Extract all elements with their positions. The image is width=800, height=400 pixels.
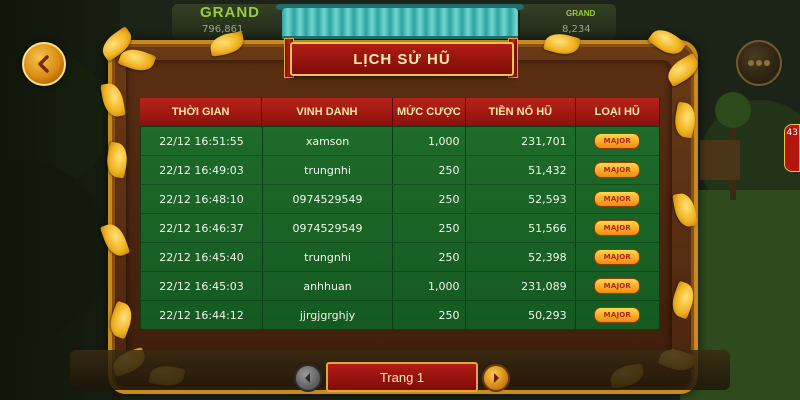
page-indicator: Trang 1 [326, 362, 478, 392]
cell-jackpot: 231,701 [466, 127, 576, 155]
menu-dots-icon [748, 60, 770, 66]
jackpot-title-left: GRAND [200, 4, 260, 21]
cell-bet: 250 [393, 185, 467, 213]
jackpot-type-badge: MAJOR [594, 278, 641, 294]
cell-player: trungnhi [263, 156, 393, 184]
cell-time: 22/12 16:44:12 [141, 301, 264, 329]
cell-type: MAJOR [576, 243, 659, 271]
jackpot-type-badge: MAJOR [594, 133, 641, 149]
column-header-jackpot: TIỀN NỔ HŨ [466, 98, 576, 126]
side-notification-count: 43 [786, 128, 798, 138]
title-banner: LỊCH SỬ HŨ [290, 42, 514, 76]
jackpot-type-label: MAJOR [603, 195, 631, 203]
cell-jackpot: 231,089 [466, 272, 576, 300]
column-header-time: THỜI GIAN [140, 98, 263, 126]
jackpot-type-badge: MAJOR [594, 162, 641, 178]
cell-time: 22/12 16:46:37 [141, 214, 264, 242]
cell-bet: 250 [393, 243, 467, 271]
jackpot-type-badge: MAJOR [594, 191, 641, 207]
cell-bet: 1,000 [393, 272, 467, 300]
jackpot-type-label: MAJOR [603, 311, 631, 319]
column-header-player: VINH DANH [262, 98, 393, 126]
cell-type: MAJOR [576, 185, 659, 213]
table-body: 22/12 16:51:55 xamson 1,000 231,701 MAJO… [140, 126, 660, 330]
cell-jackpot: 52,593 [466, 185, 576, 213]
cell-time: 22/12 16:48:10 [141, 185, 264, 213]
cell-player: jjrgjgrghjy [263, 301, 393, 329]
cell-player: trungnhi [263, 243, 393, 271]
chevron-left-icon [38, 55, 49, 73]
table-row: 22/12 16:49:03 trungnhi 250 51,432 MAJOR [141, 156, 659, 185]
jackpot-title-right: GRAND [566, 9, 596, 18]
cell-player: 0974529549 [263, 214, 393, 242]
table-row: 22/12 16:48:10 0974529549 250 52,593 MAJ… [141, 185, 659, 214]
cell-bet: 250 [393, 156, 467, 184]
cell-bet: 250 [393, 301, 467, 329]
table-header: THỜI GIAN VINH DANH MỨC CƯỢC TIỀN NỔ HŨ … [140, 98, 661, 126]
table-row: 22/12 16:46:37 0974529549 250 51,566 MAJ… [141, 214, 659, 243]
cell-jackpot: 52,398 [466, 243, 576, 271]
menu-button[interactable] [736, 40, 782, 86]
cell-time: 22/12 16:45:03 [141, 272, 264, 300]
table-row: 22/12 16:45:40 trungnhi 250 52,398 MAJOR [141, 243, 659, 272]
page-title: LỊCH SỬ HŨ [353, 50, 451, 68]
cell-time: 22/12 16:49:03 [141, 156, 264, 184]
table-row: 22/12 16:44:12 jjrgjgrghjy 250 50,293 MA… [141, 301, 659, 329]
cell-time: 22/12 16:45:40 [141, 243, 264, 271]
jackpot-type-label: MAJOR [603, 282, 631, 290]
cell-bet: 1,000 [393, 127, 467, 155]
jackpot-type-label: MAJOR [603, 137, 631, 145]
roof-tiles [282, 8, 518, 39]
column-header-bet: MỨC CƯỢC [392, 98, 467, 126]
jackpot-value-right: 8,234 [562, 24, 591, 35]
jackpot-type-badge: MAJOR [594, 249, 641, 265]
cell-player: anhhuan [263, 272, 393, 300]
next-page-button[interactable] [482, 364, 510, 392]
cell-bet: 250 [393, 214, 467, 242]
jackpot-type-badge: MAJOR [594, 220, 641, 236]
cell-type: MAJOR [576, 156, 659, 184]
cell-player: xamson [263, 127, 393, 155]
jackpot-history-table: THỜI GIAN VINH DANH MỨC CƯỢC TIỀN NỔ HŨ … [140, 98, 661, 330]
cell-type: MAJOR [576, 127, 659, 155]
cell-player: 0974529549 [263, 185, 393, 213]
cell-type: MAJOR [576, 214, 659, 242]
jackpot-type-label: MAJOR [603, 166, 631, 174]
cell-jackpot: 51,566 [466, 214, 576, 242]
arrow-left-icon [305, 373, 310, 383]
table-row: 22/12 16:45:03 anhhuan 1,000 231,089 MAJ… [141, 272, 659, 301]
arrow-right-icon [494, 373, 499, 383]
cell-jackpot: 51,432 [466, 156, 576, 184]
jackpot-type-label: MAJOR [603, 253, 631, 261]
column-header-type: LOẠI HŨ [575, 98, 661, 126]
jackpot-type-label: MAJOR [603, 224, 631, 232]
cell-jackpot: 50,293 [466, 301, 576, 329]
jackpot-type-badge: MAJOR [594, 307, 641, 323]
table-row: 22/12 16:51:55 xamson 1,000 231,701 MAJO… [141, 127, 659, 156]
back-button[interactable] [22, 42, 66, 86]
cell-time: 22/12 16:51:55 [141, 127, 264, 155]
cell-type: MAJOR [576, 272, 659, 300]
previous-page-button[interactable] [294, 364, 322, 392]
cell-type: MAJOR [576, 301, 659, 329]
